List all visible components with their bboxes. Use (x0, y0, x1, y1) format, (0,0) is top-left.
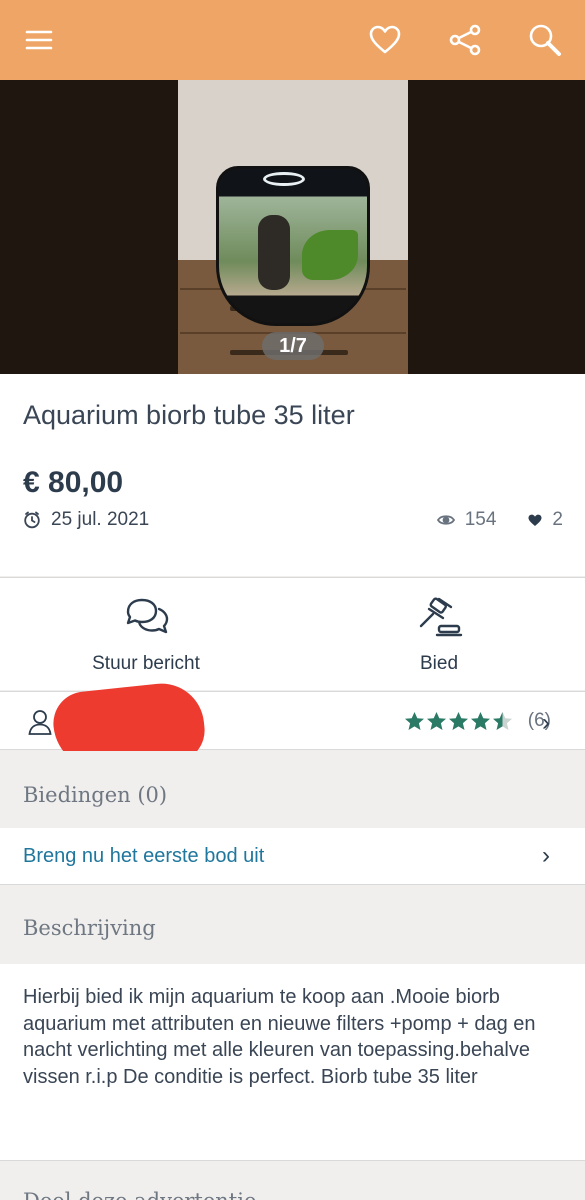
send-message-label: Stuur bericht (92, 653, 200, 674)
bids-section-header: Biedingen (0) (0, 751, 585, 827)
bid-label: Bied (419, 653, 459, 674)
user-icon (28, 710, 52, 735)
star-icon (448, 711, 468, 730)
description-text: Hierbij bied ik mijn aquarium te koop aa… (23, 986, 536, 1088)
chat-bubbles-icon (126, 598, 169, 634)
listing-date: 25 jul. 2021 (23, 508, 149, 532)
chevron-right-icon: › (542, 709, 550, 736)
listing-photo[interactable] (0, 80, 585, 374)
bids-heading: Biedingen (0) (23, 783, 168, 807)
place-first-bid-link[interactable]: Breng nu het eerste bod uit › (0, 828, 585, 885)
star-icon (426, 711, 446, 730)
photo-counter: 1/7 (262, 332, 324, 360)
share-section-header: Deel deze advertentie (0, 1160, 585, 1200)
views-count: 154 (464, 509, 497, 530)
share-heading: Deel deze advertentie (23, 1189, 256, 1200)
listing-stats: 154 2 (436, 508, 563, 532)
listing-price: € 80,00 (23, 466, 124, 499)
bid-button[interactable]: Bied (293, 578, 585, 691)
share-icon[interactable] (445, 20, 485, 60)
gavel-icon (419, 597, 463, 637)
description-section-header: Beschrijving (0, 886, 585, 964)
heart-outline-icon[interactable] (365, 20, 405, 60)
top-app-bar (0, 0, 585, 80)
chevron-right-icon: › (542, 842, 550, 869)
favorites-count: 2 (552, 509, 563, 530)
heart-filled-icon (528, 514, 542, 526)
hamburger-menu-icon[interactable] (19, 20, 59, 60)
description-body: Hierbij bied ik mijn aquarium te koop aa… (0, 964, 585, 1160)
clock-icon (24, 511, 40, 529)
listing-title: Aquarium biorb tube 35 liter (23, 400, 355, 430)
send-message-button[interactable]: Stuur bericht (0, 578, 292, 691)
place-first-bid-label: Breng nu het eerste bod uit (23, 845, 265, 867)
star-icon (492, 711, 512, 730)
description-heading: Beschrijving (23, 916, 156, 940)
search-icon[interactable] (525, 20, 565, 60)
seller-rating[interactable]: (6) (404, 707, 551, 735)
date-text: 25 jul. 2021 (51, 509, 150, 530)
action-bar: Stuur bericht Bied (0, 577, 585, 690)
eye-icon (436, 515, 455, 525)
rating-stars (404, 711, 514, 732)
star-icon (470, 711, 490, 730)
star-icon (404, 711, 424, 730)
